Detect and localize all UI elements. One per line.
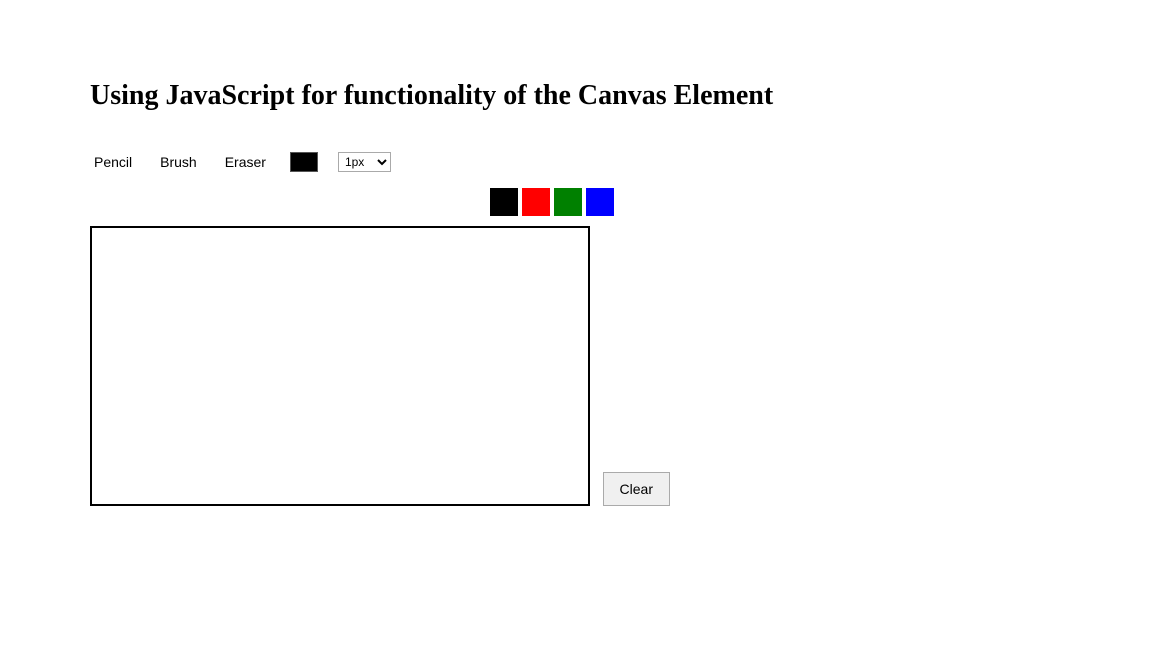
brush-size-select[interactable]: 1px 2px 4px 8px 16px xyxy=(338,152,391,172)
pencil-tool-button[interactable]: Pencil xyxy=(90,152,136,172)
toolbar: Pencil Brush Eraser 1px 2px 4px 8px 16px xyxy=(90,152,1062,172)
color-swatches-row xyxy=(490,188,1062,216)
eraser-tool-button[interactable]: Eraser xyxy=(221,152,270,172)
page-title: Using JavaScript for functionality of th… xyxy=(90,80,1062,112)
brush-tool-button[interactable]: Brush xyxy=(156,152,201,172)
clear-button[interactable]: Clear xyxy=(603,472,670,506)
canvas-area-wrapper: Clear xyxy=(90,226,590,506)
current-color-preview xyxy=(290,152,318,172)
color-swatch-green[interactable] xyxy=(554,188,582,216)
color-swatch-red[interactable] xyxy=(522,188,550,216)
color-swatch-black[interactable] xyxy=(490,188,518,216)
drawing-canvas[interactable] xyxy=(90,226,590,506)
clear-button-wrapper: Clear xyxy=(603,226,670,506)
color-swatch-blue[interactable] xyxy=(586,188,614,216)
